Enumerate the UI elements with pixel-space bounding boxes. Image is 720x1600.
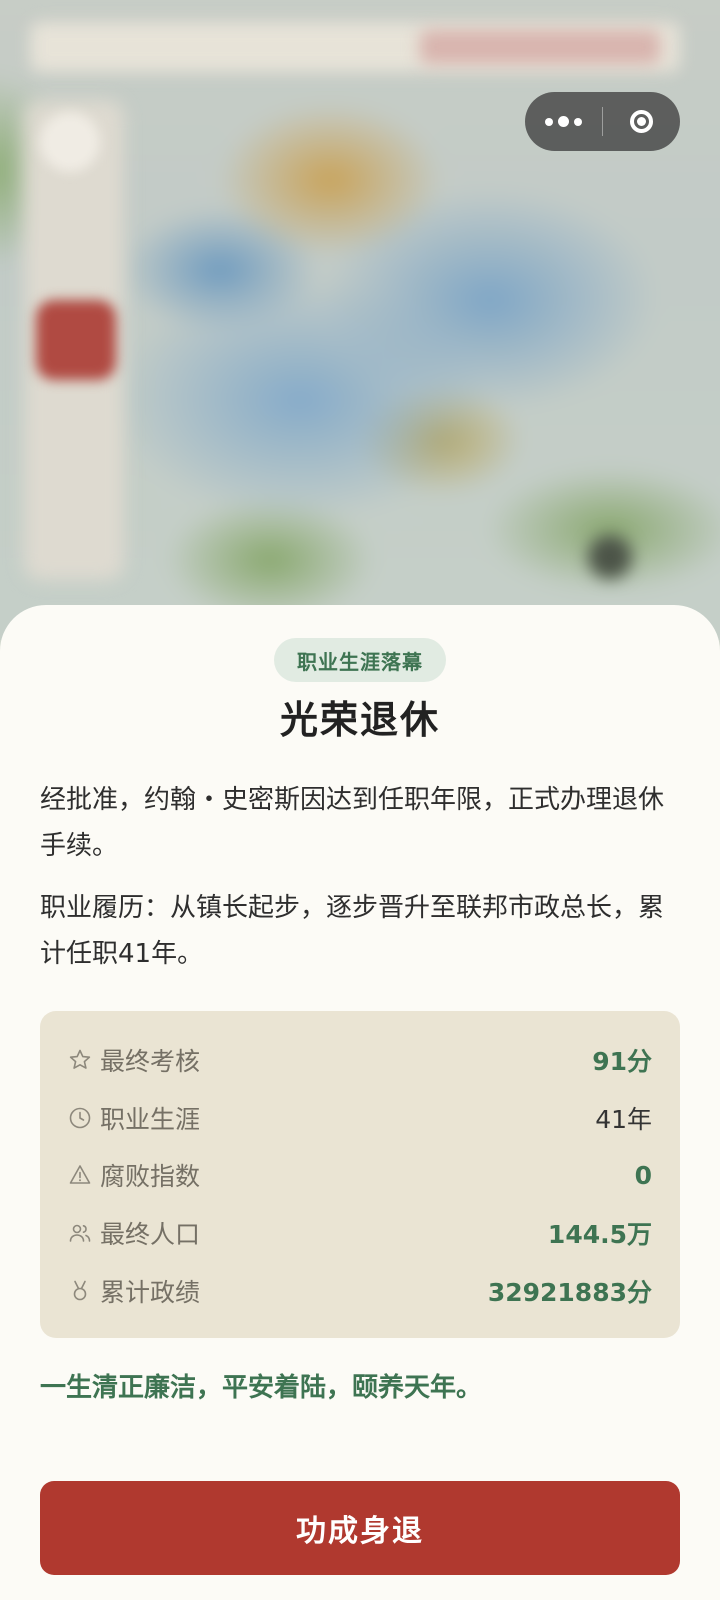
stat-row-final-assessment: 最终考核 91分	[68, 1040, 652, 1080]
stat-value: 41年	[595, 1105, 652, 1134]
retirement-motto: 一生清正廉洁，平安着陆，颐养天年。	[40, 1373, 483, 1403]
stat-row-career: 职业生涯 41年	[68, 1098, 652, 1138]
stat-label: 累计政绩	[100, 1278, 201, 1307]
warning-icon	[68, 1163, 92, 1187]
retire-confirm-button[interactable]: 功成身退	[40, 1481, 680, 1575]
stat-label: 最终考核	[100, 1047, 201, 1076]
blurred-map-marker	[588, 535, 632, 579]
stat-label: 腐败指数	[100, 1162, 201, 1191]
career-end-badge: 职业生涯落幕	[274, 638, 446, 682]
target-circle-icon[interactable]	[603, 92, 680, 151]
stat-value: 32921883分	[487, 1278, 652, 1307]
clock-icon	[68, 1106, 92, 1130]
blurred-side-avatar	[40, 112, 100, 172]
stat-value: 144.5万	[547, 1220, 652, 1249]
medal-icon	[68, 1279, 92, 1303]
stat-label: 最终人口	[100, 1220, 201, 1249]
sheet-title: 光荣退休	[279, 697, 440, 742]
blurred-side-button	[36, 300, 116, 380]
career-history-paragraph: 职业履历：从镇长起步，逐步晋升至联邦市政总长，累计任职41年。	[40, 893, 665, 969]
miniprogram-capsule	[525, 92, 680, 151]
stat-value: 91分	[592, 1047, 652, 1076]
stat-label: 职业生涯	[100, 1105, 201, 1134]
final-stats-panel: 最终考核 91分 职业生涯 41年 腐败指数 0 最终人口 144.5万 累计政…	[40, 1011, 680, 1338]
stat-row-corruption-index: 腐败指数 0	[68, 1155, 652, 1195]
retirement-sheet: 职业生涯落幕 光荣退休 经批准，约翰・史密斯因达到任职年限，正式办理退休手续。 …	[0, 605, 720, 1600]
stat-value: 0	[634, 1160, 652, 1190]
stat-row-final-population: 最终人口 144.5万	[68, 1213, 652, 1253]
users-icon	[68, 1221, 92, 1245]
blurred-top-bar-highlight	[420, 30, 660, 64]
stat-row-cumulative-achievements: 累计政绩 32921883分	[68, 1271, 652, 1311]
more-dots-icon[interactable]	[525, 92, 602, 151]
star-icon	[68, 1048, 92, 1072]
approval-paragraph: 经批准，约翰・史密斯因达到任职年限，正式办理退休手续。	[40, 785, 665, 861]
